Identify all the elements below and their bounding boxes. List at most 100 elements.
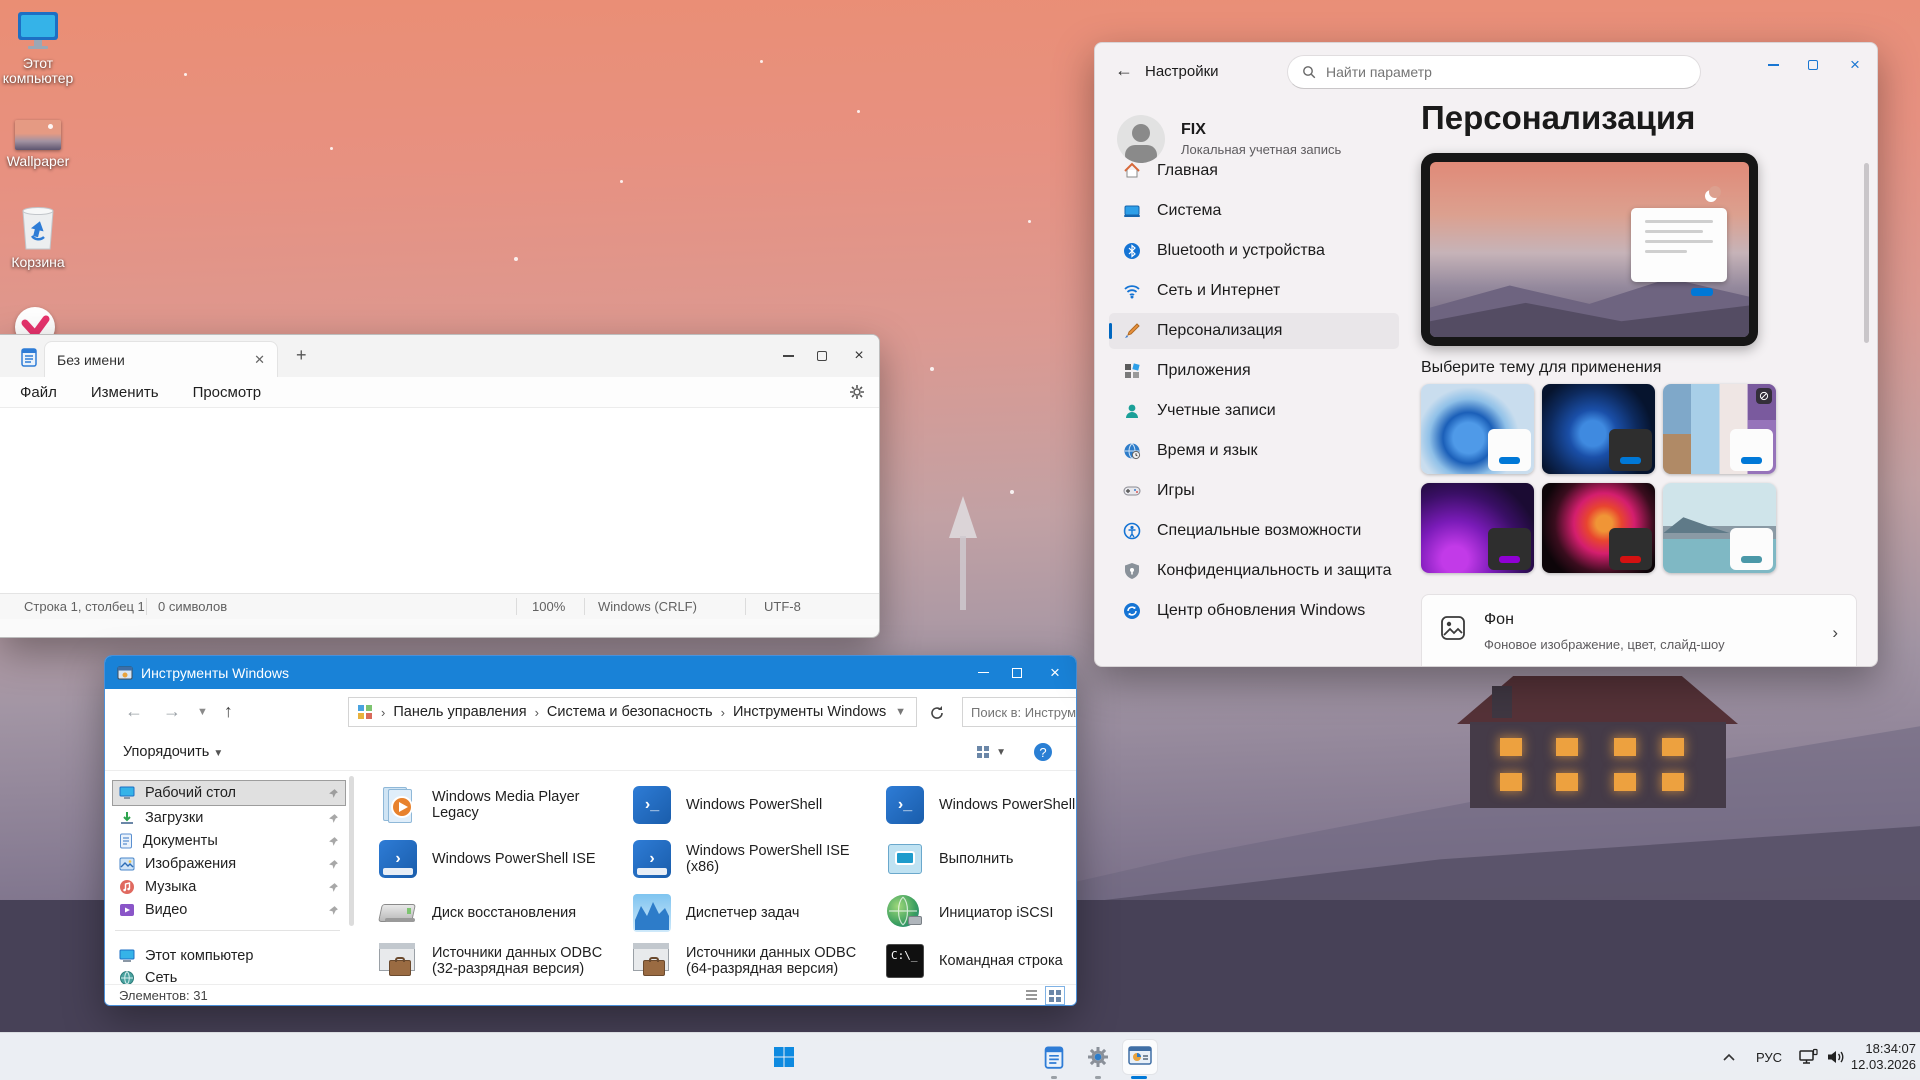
status-eol[interactable]: Windows (CRLF) bbox=[598, 599, 697, 614]
theme-tile-dark-bloom[interactable] bbox=[1542, 384, 1655, 474]
nav-privacy[interactable]: Конфиденциальность и защита bbox=[1109, 553, 1399, 589]
theme-tile-light-bloom[interactable] bbox=[1421, 384, 1534, 474]
desktop-icon-wallpaper[interactable]: Wallpaper bbox=[0, 120, 81, 169]
no-preview-badge bbox=[1756, 388, 1772, 404]
cmd-icon: C:\_ bbox=[884, 940, 926, 982]
organize-button[interactable]: Упорядочить ▼ bbox=[123, 744, 223, 760]
recent-locations-icon[interactable]: ▼ bbox=[197, 706, 208, 718]
notepad-tab[interactable]: Без имени ✕ bbox=[44, 341, 278, 377]
preview-accent-pill bbox=[1691, 288, 1713, 296]
nav-apps[interactable]: Приложения bbox=[1109, 353, 1399, 389]
sidebar-item-documents[interactable]: Документы bbox=[113, 829, 345, 853]
background-setting-card[interactable]: Фон Фоновое изображение, цвет, слайд-шоу… bbox=[1421, 594, 1857, 667]
tray-clock[interactable]: 18:34:07 12.03.2026 bbox=[1852, 1033, 1916, 1080]
breadcrumb-control-panel[interactable]: Панель управления bbox=[393, 704, 526, 720]
sidebar-item-videos[interactable]: Видео bbox=[113, 898, 345, 922]
sidebar-item-this-pc[interactable]: Этот компьютер bbox=[113, 944, 345, 968]
notepad-text-area[interactable] bbox=[0, 407, 879, 593]
status-zoom[interactable]: 100% bbox=[532, 599, 565, 614]
notepad-tab-title: Без имени bbox=[57, 352, 125, 368]
tray-volume[interactable] bbox=[1826, 1033, 1846, 1080]
tab-close-icon[interactable]: ✕ bbox=[254, 352, 265, 368]
explorer-search-input[interactable] bbox=[963, 705, 1077, 720]
menu-edit[interactable]: Изменить bbox=[91, 384, 159, 401]
nav-home[interactable]: Главная bbox=[1109, 153, 1399, 189]
address-dropdown-icon[interactable]: ▼ bbox=[895, 706, 906, 718]
refresh-icon[interactable] bbox=[929, 705, 945, 721]
minimize-button[interactable] bbox=[771, 335, 805, 377]
sidebar-item-music[interactable]: Музыка bbox=[113, 875, 345, 899]
nav-bluetooth[interactable]: Bluetooth и устройства bbox=[1109, 233, 1399, 269]
back-icon[interactable]: ← bbox=[1115, 60, 1133, 81]
address-bar[interactable]: ›Панель управления ›Система и безопаснос… bbox=[348, 697, 917, 727]
sidebar-item-downloads[interactable]: Загрузки bbox=[113, 806, 345, 830]
tool-item-powershell-ise[interactable]: › Windows PowerShell ISE bbox=[377, 838, 627, 880]
active-indicator bbox=[1131, 1076, 1147, 1079]
theme-tile-lake[interactable] bbox=[1663, 483, 1776, 573]
nav-system[interactable]: Система bbox=[1109, 193, 1399, 229]
nav-time-language[interactable]: Время и язык bbox=[1109, 433, 1399, 469]
wallpaper-monument bbox=[949, 496, 977, 538]
view-mode-button[interactable]: ▼ bbox=[976, 745, 1006, 759]
tool-item-powershell-x86[interactable]: ›_ Windows PowerShell (x86) bbox=[884, 784, 1077, 826]
tool-item-powershell-ise-x86[interactable]: › Windows PowerShell ISE (x86) bbox=[631, 838, 881, 880]
sidebar-label: Этот компьютер bbox=[145, 948, 253, 964]
tool-item-cmd[interactable]: C:\_ Командная строка bbox=[884, 940, 1077, 982]
menu-view[interactable]: Просмотр bbox=[193, 384, 262, 401]
new-tab-button[interactable]: + bbox=[296, 345, 307, 366]
maximize-button[interactable] bbox=[805, 335, 839, 377]
forward-icon[interactable]: → bbox=[163, 701, 181, 722]
menu-file[interactable]: Файл bbox=[20, 384, 57, 401]
theme-tile-flower[interactable] bbox=[1542, 483, 1655, 573]
up-icon[interactable]: ↑ bbox=[224, 701, 233, 722]
nav-accessibility[interactable]: Специальные возможности bbox=[1109, 513, 1399, 549]
nav-windows-update[interactable]: Центр обновления Windows bbox=[1109, 593, 1399, 629]
tool-item-iscsi[interactable]: Инициатор iSCSI bbox=[884, 892, 1077, 934]
help-icon[interactable]: ? bbox=[1034, 743, 1052, 761]
nav-gaming[interactable]: Игры bbox=[1109, 473, 1399, 509]
explorer-title: Инструменты Windows bbox=[141, 665, 289, 681]
desktop-icon-this-pc[interactable]: Этоткомпьютер bbox=[0, 10, 81, 86]
taskbar-notepad[interactable] bbox=[1036, 1039, 1072, 1075]
tool-item-wmp[interactable]: Windows Media Player Legacy bbox=[377, 784, 627, 826]
nav-personalization[interactable]: Персонализация bbox=[1109, 313, 1399, 349]
details-view-icon[interactable] bbox=[1025, 989, 1038, 1002]
start-button[interactable] bbox=[766, 1039, 802, 1075]
breadcrumb-windows-tools[interactable]: Инструменты Windows bbox=[733, 704, 886, 720]
nav-network[interactable]: Сеть и Интернет bbox=[1109, 273, 1399, 309]
close-button[interactable]: × bbox=[1034, 656, 1076, 689]
status-chars: 0 символов bbox=[158, 599, 227, 614]
large-icons-view-icon[interactable] bbox=[1048, 989, 1062, 1002]
system-icon bbox=[1123, 202, 1141, 220]
tray-network[interactable] bbox=[1798, 1033, 1818, 1080]
tray-chevron[interactable] bbox=[1722, 1033, 1736, 1080]
tool-item-odbc32[interactable]: Источники данных ODBC (32-разрядная верс… bbox=[377, 940, 627, 982]
tool-item-run[interactable]: Выполнить bbox=[884, 838, 1077, 880]
minimize-button[interactable] bbox=[966, 656, 1000, 689]
sidebar-item-pictures[interactable]: Изображения bbox=[113, 852, 345, 876]
maximize-button[interactable] bbox=[1000, 656, 1034, 689]
sidebar-item-desktop[interactable]: Рабочий стол bbox=[113, 781, 345, 805]
tool-item-powershell[interactable]: ›_ Windows PowerShell bbox=[631, 784, 881, 826]
theme-tile-collage[interactable] bbox=[1663, 384, 1776, 474]
taskbar-settings[interactable] bbox=[1080, 1039, 1116, 1075]
nav-accounts[interactable]: Учетные записи bbox=[1109, 393, 1399, 429]
tool-label: Командная строка bbox=[939, 953, 1063, 969]
tool-item-odbc64[interactable]: Источники данных ODBC (64-разрядная верс… bbox=[631, 940, 881, 982]
tray-language[interactable]: РУС bbox=[1756, 1033, 1782, 1080]
back-icon[interactable]: ← bbox=[125, 701, 143, 722]
tool-item-recovery-drive[interactable]: Диск восстановления bbox=[377, 892, 627, 934]
close-button[interactable]: × bbox=[839, 335, 879, 377]
star bbox=[760, 60, 763, 63]
status-encoding[interactable]: UTF-8 bbox=[764, 599, 801, 614]
theme-tile-purple-glow[interactable] bbox=[1421, 483, 1534, 573]
breadcrumb-system-security[interactable]: Система и безопасность bbox=[547, 704, 713, 720]
settings-scrollbar[interactable] bbox=[1864, 163, 1869, 343]
explorer-title-bar: Инструменты Windows × bbox=[105, 656, 1076, 689]
explorer-search-box[interactable] bbox=[962, 697, 1077, 727]
gear-icon[interactable] bbox=[849, 384, 865, 400]
tool-item-task-manager[interactable]: Диспетчер задач bbox=[631, 892, 881, 934]
taskbar-windows-tools-active[interactable] bbox=[1122, 1039, 1158, 1075]
sidebar-scrollbar[interactable] bbox=[349, 776, 354, 926]
desktop-icon-recycle-bin[interactable]: Корзина bbox=[0, 205, 81, 270]
